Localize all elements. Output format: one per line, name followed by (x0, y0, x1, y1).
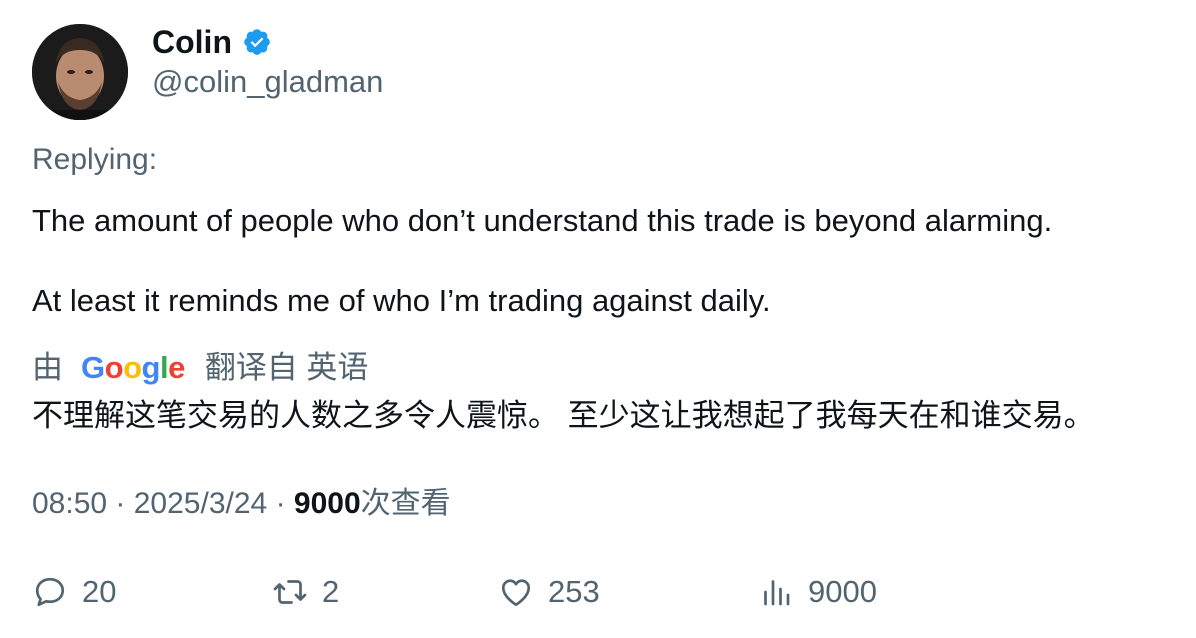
views-action-count: 9000 (808, 574, 877, 609)
meta-separator: · (115, 487, 134, 520)
translated-by-label: 由 (32, 350, 63, 385)
reply-button[interactable]: 20 (32, 572, 116, 612)
author-name[interactable]: Colin (152, 22, 232, 62)
author-name-row[interactable]: Colin (152, 22, 272, 62)
author-handle[interactable]: @colin_gladman (152, 62, 383, 102)
google-logo: Google (81, 350, 185, 385)
replying-label: Replying: (32, 143, 158, 176)
reply-count: 20 (82, 574, 117, 609)
views-label: 次查看 (360, 487, 451, 520)
tweet-text-line-2: At least it reminds me of who I’m tradin… (32, 283, 771, 318)
tweet-time[interactable]: 08:50 (32, 487, 107, 520)
like-count: 253 (548, 574, 600, 609)
reply-icon (35, 577, 65, 607)
avatar[interactable] (32, 24, 128, 120)
like-button[interactable]: 253 (498, 572, 600, 612)
verified-badge-icon (242, 27, 272, 57)
analytics-icon (764, 580, 790, 606)
retweet-count: 2 (322, 574, 340, 609)
translated-from-label[interactable]: 翻译自 英语 (205, 346, 369, 390)
meta-separator: · (275, 487, 294, 520)
retweet-icon (273, 580, 307, 604)
retweet-button[interactable]: 2 (272, 572, 339, 612)
heart-icon (501, 579, 531, 607)
tweet-date[interactable]: 2025/3/24 (134, 487, 267, 520)
views-button[interactable]: 9000 (758, 572, 877, 612)
translated-text: 不理解这笔交易的人数之多令人震惊。 至少这让我想起了我每天在和谁交易。 (32, 398, 1095, 433)
tweet-text-line-1: The amount of people who don’t understan… (32, 203, 1053, 238)
translation-attribution: 由 Google 翻译自 英语 (32, 346, 368, 390)
tweet-meta: 08:50 · 2025/3/24 · 9000次查看 (32, 484, 451, 524)
views-count: 9000 (293, 487, 361, 520)
